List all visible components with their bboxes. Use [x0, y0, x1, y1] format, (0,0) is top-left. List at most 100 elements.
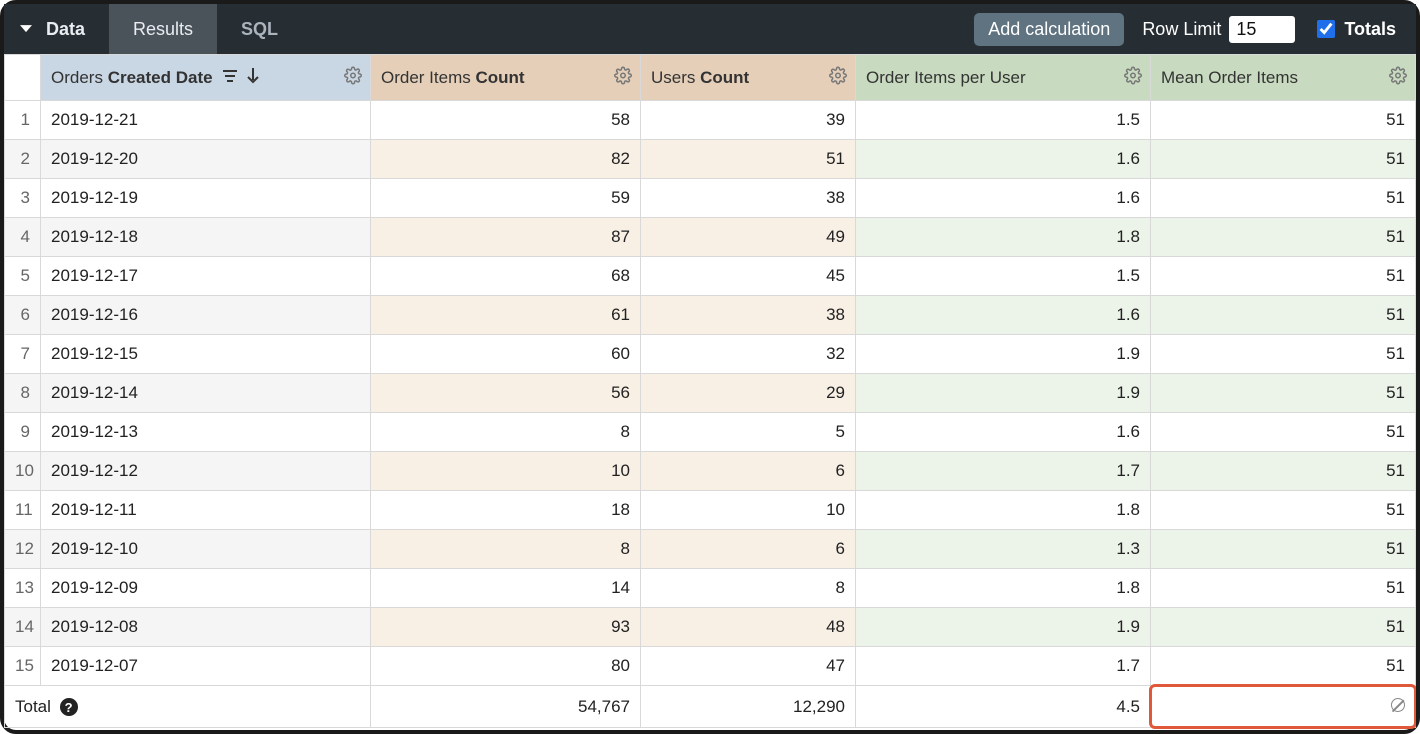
cell-users-count[interactable]: 5: [641, 413, 856, 452]
cell-items-per-user[interactable]: 1.8: [856, 569, 1151, 608]
cell-order-items-count[interactable]: 10: [371, 452, 641, 491]
cell-users-count[interactable]: 8: [641, 569, 856, 608]
cell-users-count[interactable]: 32: [641, 335, 856, 374]
cell-users-count[interactable]: 29: [641, 374, 856, 413]
cell-order-items-count[interactable]: 82: [371, 140, 641, 179]
cell-users-count[interactable]: 45: [641, 257, 856, 296]
cell-users-count[interactable]: 38: [641, 296, 856, 335]
cell-order-items-count[interactable]: 80: [371, 647, 641, 686]
cell-items-per-user[interactable]: 1.6: [856, 140, 1151, 179]
column-header-order-items-count[interactable]: Order Items Count: [371, 55, 641, 101]
column-header-users-count[interactable]: Users Count: [641, 55, 856, 101]
cell-mean-order-items[interactable]: 51: [1151, 140, 1416, 179]
cell-created-date[interactable]: 2019-12-11: [41, 491, 371, 530]
cell-order-items-count[interactable]: 87: [371, 218, 641, 257]
cell-mean-order-items[interactable]: 51: [1151, 569, 1416, 608]
gear-icon[interactable]: [344, 66, 362, 89]
cell-mean-order-items[interactable]: 51: [1151, 335, 1416, 374]
cell-items-per-user[interactable]: 1.6: [856, 179, 1151, 218]
row-number: 8: [5, 374, 41, 413]
cell-created-date[interactable]: 2019-12-10: [41, 530, 371, 569]
column-header-mean-order-items[interactable]: Mean Order Items: [1151, 55, 1416, 101]
cell-users-count[interactable]: 38: [641, 179, 856, 218]
row-limit-input[interactable]: [1229, 16, 1295, 43]
cell-users-count[interactable]: 6: [641, 452, 856, 491]
totals-order-items-count: 54,767: [371, 686, 641, 728]
cell-order-items-count[interactable]: 56: [371, 374, 641, 413]
cell-created-date[interactable]: 2019-12-17: [41, 257, 371, 296]
totals-toggle[interactable]: Totals: [1313, 17, 1396, 41]
cell-order-items-count[interactable]: 61: [371, 296, 641, 335]
gear-icon[interactable]: [614, 66, 632, 89]
cell-order-items-count[interactable]: 60: [371, 335, 641, 374]
column-header-created-date[interactable]: Orders Created Date: [41, 55, 371, 101]
cell-created-date[interactable]: 2019-12-18: [41, 218, 371, 257]
cell-mean-order-items[interactable]: 51: [1151, 608, 1416, 647]
cell-items-per-user[interactable]: 1.9: [856, 608, 1151, 647]
gear-icon[interactable]: [1389, 66, 1407, 89]
cell-mean-order-items[interactable]: 51: [1151, 647, 1416, 686]
cell-items-per-user[interactable]: 1.5: [856, 257, 1151, 296]
cell-items-per-user[interactable]: 1.8: [856, 491, 1151, 530]
column-header-order-items-per-user[interactable]: Order Items per User: [856, 55, 1151, 101]
cell-order-items-count[interactable]: 59: [371, 179, 641, 218]
cell-mean-order-items[interactable]: 51: [1151, 452, 1416, 491]
cell-mean-order-items[interactable]: 51: [1151, 491, 1416, 530]
cell-created-date[interactable]: 2019-12-14: [41, 374, 371, 413]
cell-mean-order-items[interactable]: 51: [1151, 101, 1416, 140]
cell-items-per-user[interactable]: 1.3: [856, 530, 1151, 569]
cell-users-count[interactable]: 51: [641, 140, 856, 179]
help-icon[interactable]: ?: [60, 698, 78, 716]
filter-icon[interactable]: [223, 69, 241, 83]
cell-items-per-user[interactable]: 1.5: [856, 101, 1151, 140]
cell-created-date[interactable]: 2019-12-19: [41, 179, 371, 218]
gear-icon[interactable]: [829, 66, 847, 89]
cell-mean-order-items[interactable]: 51: [1151, 179, 1416, 218]
sort-desc-icon[interactable]: [247, 68, 259, 84]
tab-sql[interactable]: SQL: [217, 4, 302, 54]
cell-created-date[interactable]: 2019-12-20: [41, 140, 371, 179]
cell-items-per-user[interactable]: 1.8: [856, 218, 1151, 257]
tab-results[interactable]: Results: [109, 4, 217, 54]
cell-users-count[interactable]: 48: [641, 608, 856, 647]
cell-mean-order-items[interactable]: 51: [1151, 218, 1416, 257]
gear-icon[interactable]: [1124, 66, 1142, 89]
cell-created-date[interactable]: 2019-12-15: [41, 335, 371, 374]
cell-users-count[interactable]: 49: [641, 218, 856, 257]
cell-mean-order-items[interactable]: 51: [1151, 530, 1416, 569]
tab-data[interactable]: Data: [4, 4, 109, 54]
cell-created-date[interactable]: 2019-12-08: [41, 608, 371, 647]
cell-order-items-count[interactable]: 58: [371, 101, 641, 140]
cell-mean-order-items[interactable]: 51: [1151, 413, 1416, 452]
cell-items-per-user[interactable]: 1.7: [856, 452, 1151, 491]
cell-order-items-count[interactable]: 18: [371, 491, 641, 530]
table-row: 72019-12-1560321.951: [5, 335, 1416, 374]
cell-mean-order-items[interactable]: 51: [1151, 257, 1416, 296]
cell-items-per-user[interactable]: 1.9: [856, 374, 1151, 413]
cell-users-count[interactable]: 10: [641, 491, 856, 530]
cell-mean-order-items[interactable]: 51: [1151, 374, 1416, 413]
cell-created-date[interactable]: 2019-12-12: [41, 452, 371, 491]
add-calculation-button[interactable]: Add calculation: [974, 13, 1124, 46]
cell-created-date[interactable]: 2019-12-21: [41, 101, 371, 140]
cell-order-items-count[interactable]: 14: [371, 569, 641, 608]
row-number: 4: [5, 218, 41, 257]
cell-items-per-user[interactable]: 1.7: [856, 647, 1151, 686]
cell-order-items-count[interactable]: 8: [371, 530, 641, 569]
totals-checkbox[interactable]: [1317, 20, 1335, 38]
cell-created-date[interactable]: 2019-12-07: [41, 647, 371, 686]
cell-order-items-count[interactable]: 68: [371, 257, 641, 296]
cell-items-per-user[interactable]: 1.6: [856, 296, 1151, 335]
cell-users-count[interactable]: 6: [641, 530, 856, 569]
totals-row: Total ? 54,767 12,290 4.5: [5, 686, 1416, 728]
cell-items-per-user[interactable]: 1.6: [856, 413, 1151, 452]
cell-items-per-user[interactable]: 1.9: [856, 335, 1151, 374]
cell-order-items-count[interactable]: 93: [371, 608, 641, 647]
cell-users-count[interactable]: 47: [641, 647, 856, 686]
cell-created-date[interactable]: 2019-12-16: [41, 296, 371, 335]
cell-created-date[interactable]: 2019-12-13: [41, 413, 371, 452]
cell-order-items-count[interactable]: 8: [371, 413, 641, 452]
cell-users-count[interactable]: 39: [641, 101, 856, 140]
cell-mean-order-items[interactable]: 51: [1151, 296, 1416, 335]
cell-created-date[interactable]: 2019-12-09: [41, 569, 371, 608]
